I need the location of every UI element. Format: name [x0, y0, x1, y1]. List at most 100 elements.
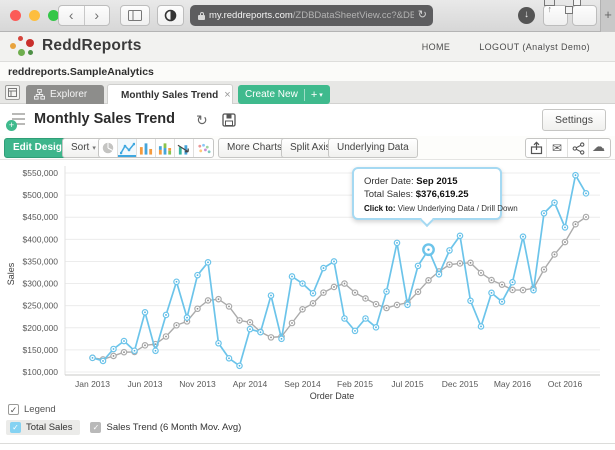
datasheet-icon[interactable]	[5, 85, 20, 100]
pie-chart-icon[interactable]	[99, 139, 118, 157]
svg-text:May 2016: May 2016	[494, 379, 532, 389]
svg-text:$350,000: $350,000	[23, 256, 59, 266]
app-header: ReddReports HOME LOGOUT (Analyst Demo)	[0, 32, 615, 62]
reload-icon[interactable]: ↻	[418, 5, 427, 26]
settings-button[interactable]: Settings	[542, 109, 606, 131]
plus-icon: +	[311, 89, 317, 101]
address-bar[interactable]: my.reddreports.com /ZDBDataSheetView.cc?…	[190, 5, 433, 26]
bar-chart-icon[interactable]	[137, 139, 156, 157]
svg-text:$500,000: $500,000	[23, 190, 59, 200]
minimize-window-icon[interactable]	[29, 10, 40, 21]
create-new-button[interactable]: Create New + ▾	[238, 85, 330, 104]
export-icon[interactable]	[526, 139, 547, 157]
chart-area: $550,000 $500,000 $450,000 $400,000 $350,000…	[0, 160, 615, 400]
close-tab-icon[interactable]: ×	[218, 89, 230, 101]
breadcrumb-row: reddreports.SampleAnalytics	[0, 62, 615, 82]
refresh-report-icon[interactable]: ↻	[196, 112, 208, 129]
svg-text:Feb 2015: Feb 2015	[337, 379, 373, 389]
tooltip-sales-value: $376,619.25	[416, 189, 469, 200]
extension-icon[interactable]	[157, 5, 184, 26]
brand-name: ReddReports	[42, 37, 142, 55]
svg-text:Jul 2015: Jul 2015	[391, 379, 423, 389]
header-nav: HOME LOGOUT (Analyst Demo)	[396, 42, 590, 52]
explorer-icon	[34, 89, 45, 100]
save-report-icon[interactable]	[222, 113, 236, 132]
chart-toolbar: Edit Design Sort▾ More Charts▾ Split Axi	[0, 136, 615, 160]
legend-title: Legend	[24, 404, 56, 415]
svg-text:Oct 2016: Oct 2016	[548, 379, 583, 389]
forward-icon[interactable]: ›	[85, 6, 110, 25]
svg-text:$100,000: $100,000	[23, 367, 59, 377]
svg-text:Jan 2013: Jan 2013	[75, 379, 110, 389]
scatter-chart-icon[interactable]	[194, 139, 213, 157]
legend-checkbox[interactable]: ✓	[8, 404, 19, 415]
nav-home-link[interactable]: HOME	[422, 42, 451, 52]
downloads-icon[interactable]: ↓	[518, 7, 535, 24]
export-group: ✉ ☁↑	[525, 138, 611, 158]
create-new-label: Create New	[245, 89, 298, 100]
legend-item-total-sales[interactable]: ✓ Total Sales	[6, 420, 80, 435]
caret-down-icon: ▾	[319, 91, 323, 99]
tooltip-sales-label: Total Sales:	[364, 189, 413, 200]
close-window-icon[interactable]	[10, 10, 21, 21]
divider	[0, 443, 615, 444]
svg-text:$550,000: $550,000	[23, 168, 59, 178]
new-tab-icon[interactable]: +	[600, 0, 615, 32]
svg-text:$300,000: $300,000	[23, 279, 59, 289]
svg-text:Jun 2013: Jun 2013	[128, 379, 163, 389]
browser-chrome: ‹ › my.reddreports.com /ZDBDataSheetView…	[0, 0, 615, 32]
divider	[304, 89, 305, 101]
cloud-upload-icon[interactable]: ☁↑	[589, 139, 610, 157]
lock-icon	[198, 12, 205, 20]
svg-text:$150,000: $150,000	[23, 345, 59, 355]
tooltip-date-label: Order Date:	[364, 176, 414, 187]
breadcrumb[interactable]: reddreports.SampleAnalytics	[8, 66, 154, 78]
legend-label-sales-trend: Sales Trend (6 Month Mov. Avg)	[106, 422, 241, 433]
tooltip-click-text: View Underlying Data / Drill Down	[398, 204, 518, 213]
sidebar-toggle-icon[interactable]	[120, 5, 150, 26]
caret-down-icon: ▾	[92, 145, 96, 152]
tooltip-click-label: Click to:	[364, 204, 396, 213]
chart-tooltip: Order Date: Sep 2015 Total Sales: $376,6…	[352, 167, 502, 220]
tab-monthly-sales-trend[interactable]: Monthly Sales Trend ×	[107, 84, 233, 105]
back-icon[interactable]: ‹	[59, 6, 85, 25]
tab-active-label: Monthly Sales Trend	[121, 90, 218, 101]
tab-explorer[interactable]: Explorer	[26, 85, 104, 104]
svg-text:Dec 2015: Dec 2015	[442, 379, 479, 389]
legend-item-sales-trend[interactable]: ✓ Sales Trend (6 Month Mov. Avg)	[86, 420, 249, 435]
history-nav: ‹ ›	[58, 5, 110, 26]
svg-text:Nov 2013: Nov 2013	[179, 379, 216, 389]
svg-text:Sales: Sales	[6, 262, 16, 285]
email-icon[interactable]: ✉	[547, 139, 568, 157]
svg-text:Sep 2014: Sep 2014	[284, 379, 321, 389]
window-controls	[10, 10, 59, 21]
app-window: ‹ › my.reddreports.com /ZDBDataSheetView…	[0, 0, 615, 450]
underlying-data-button[interactable]: Underlying Data	[328, 138, 418, 158]
report-list-icon[interactable]: +	[8, 111, 26, 129]
nav-logout-link[interactable]: LOGOUT (Analyst Demo)	[479, 42, 590, 52]
share-icon[interactable]	[568, 139, 589, 157]
sales-trend-chart[interactable]: $550,000 $500,000 $450,000 $400,000 $350,000…	[0, 160, 615, 400]
report-title-bar: + Monthly Sales Trend ↻ Settings	[0, 104, 615, 136]
legend-area: ✓ Legend ✓ Total Sales ✓ Sales Trend (6 …	[0, 400, 615, 450]
svg-text:$450,000: $450,000	[23, 212, 59, 222]
line-chart-icon[interactable]	[118, 139, 137, 157]
tab-explorer-label: Explorer	[50, 89, 87, 100]
svg-text:Order Date: Order Date	[310, 391, 355, 400]
tooltip-date-value: Sep 2015	[416, 176, 457, 187]
svg-text:Apr 2014: Apr 2014	[233, 379, 268, 389]
total-sales-swatch-icon[interactable]: ✓	[10, 422, 21, 433]
page-title: Monthly Sales Trend	[34, 111, 175, 127]
sales-trend-swatch-icon[interactable]: ✓	[90, 422, 101, 433]
tab-overview-icon[interactable]	[572, 5, 597, 26]
reddreports-logo-icon	[10, 36, 36, 58]
svg-text:$400,000: $400,000	[23, 234, 59, 244]
combo-chart-icon[interactable]	[175, 139, 194, 157]
url-host: my.reddreports.com	[209, 5, 293, 26]
chart-type-switcher	[98, 138, 214, 158]
view-tab-strip: Explorer Monthly Sales Trend × Create Ne…	[0, 82, 615, 104]
legend-label-total-sales: Total Sales	[26, 422, 72, 433]
svg-text:$200,000: $200,000	[23, 323, 59, 333]
svg-text:$250,000: $250,000	[23, 301, 59, 311]
stacked-bar-icon[interactable]	[156, 139, 175, 157]
